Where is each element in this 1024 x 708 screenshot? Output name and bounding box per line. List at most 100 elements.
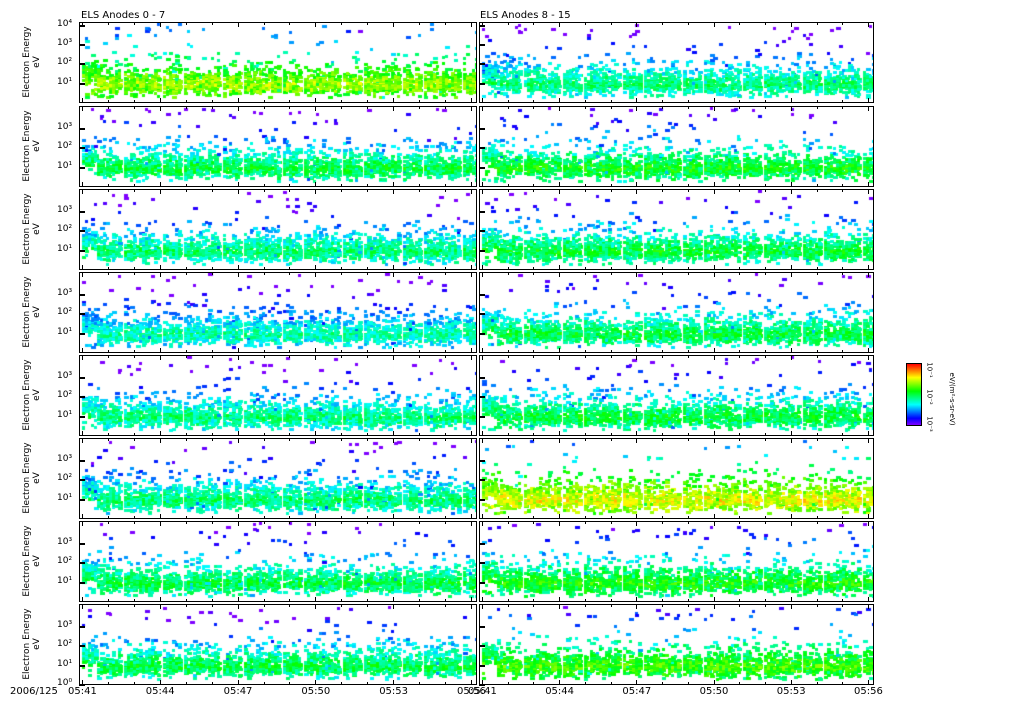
y-tick-mark	[79, 562, 85, 565]
x-tick-mark	[237, 348, 239, 353]
x-tick-mark	[445, 272, 447, 275]
x-tick-mark	[445, 604, 447, 607]
x-tick-mark	[82, 680, 83, 685]
x-tick-mark	[687, 100, 689, 103]
x-tick-mark	[687, 189, 689, 192]
y-tick-mark	[479, 460, 485, 463]
x-tick-mark	[584, 521, 586, 524]
y-tick-mark	[479, 313, 485, 316]
spectrogram-canvas	[480, 190, 873, 269]
x-tick-mark	[107, 433, 109, 436]
x-tick-mark	[211, 682, 213, 685]
x-tick-mark	[816, 521, 818, 524]
x-tick-mark	[687, 433, 689, 436]
x-tick-mark	[133, 267, 135, 270]
x-tick-mark	[533, 682, 535, 685]
x-tick-mark	[687, 184, 689, 187]
x-tick-mark	[211, 521, 213, 524]
spectrogram-canvas	[80, 273, 476, 352]
x-tick-mark	[584, 350, 586, 353]
x-tick-label: 05:44	[545, 686, 575, 697]
x-tick-mark	[419, 272, 421, 275]
x-tick-mark	[82, 604, 83, 609]
x-tick-mark	[790, 22, 792, 27]
y-tick-mark	[479, 377, 485, 380]
x-tick-mark	[471, 438, 472, 443]
x-tick-mark	[107, 355, 109, 358]
x-tick-mark	[816, 599, 818, 602]
x-tick-mark	[559, 431, 561, 436]
x-tick-mark	[263, 350, 265, 353]
y-tick-mark	[79, 415, 85, 418]
x-tick-mark	[868, 680, 869, 685]
x-tick-mark	[315, 680, 317, 685]
x-tick-mark	[482, 438, 483, 443]
x-tick-mark	[713, 355, 715, 360]
x-tick-label: 05:47	[622, 686, 652, 697]
x-tick-mark	[341, 267, 343, 270]
x-tick-mark	[237, 438, 239, 443]
x-tick-mark	[419, 516, 421, 519]
x-tick-mark	[185, 22, 187, 25]
x-tick-mark	[790, 265, 792, 270]
x-tick-mark	[610, 350, 612, 353]
x-tick-mark	[107, 438, 109, 441]
x-tick-mark	[419, 599, 421, 602]
x-tick-mark	[445, 599, 447, 602]
y-tick-label: 10³	[57, 620, 73, 631]
x-tick-mark	[790, 431, 792, 436]
x-tick-mark	[765, 355, 767, 358]
x-tick-mark	[765, 272, 767, 275]
spectrogram-figure: ELS Anodes 0 - 7 ELS Anodes 8 - 15 2006/…	[0, 0, 1024, 708]
x-tick-mark	[687, 272, 689, 275]
x-tick-mark	[315, 431, 317, 436]
x-tick-mark	[315, 265, 317, 270]
x-tick-mark	[868, 272, 869, 277]
x-tick-mark	[419, 433, 421, 436]
x-tick-mark	[393, 514, 395, 519]
x-tick-mark	[765, 516, 767, 519]
spectrogram-panel-anode-11	[479, 272, 874, 353]
date-label: 2006/125	[10, 686, 58, 697]
x-tick-mark	[82, 22, 83, 27]
x-tick-mark	[868, 348, 869, 353]
x-tick-mark	[662, 184, 664, 187]
x-tick-mark	[739, 682, 741, 685]
x-tick-mark	[636, 355, 638, 360]
spectrogram-canvas	[480, 439, 873, 518]
x-tick-mark	[289, 189, 291, 192]
x-tick-mark	[159, 431, 161, 436]
x-tick-label: 05:53	[379, 686, 409, 697]
x-tick-mark	[559, 182, 561, 187]
x-tick-mark	[341, 599, 343, 602]
x-tick-mark	[739, 433, 741, 436]
x-tick-mark	[816, 100, 818, 103]
y-tick-mark	[479, 128, 485, 131]
x-tick-mark	[289, 272, 291, 275]
x-tick-mark	[445, 350, 447, 353]
x-tick-mark	[237, 265, 239, 270]
x-tick-mark	[107, 189, 109, 192]
x-tick-mark	[82, 514, 83, 519]
y-tick-label: 10⁴	[57, 18, 73, 29]
x-tick-mark	[739, 350, 741, 353]
x-tick-mark	[393, 438, 395, 443]
x-tick-mark	[790, 438, 792, 443]
x-tick-mark	[662, 189, 664, 192]
y-tick-mark	[79, 313, 85, 316]
x-tick-mark	[237, 98, 239, 103]
x-tick-mark	[662, 682, 664, 685]
x-tick-mark	[445, 100, 447, 103]
x-tick-mark	[507, 599, 509, 602]
x-tick-mark	[237, 355, 239, 360]
x-tick-mark	[636, 597, 638, 602]
x-tick-mark	[482, 182, 483, 187]
x-tick-mark	[739, 189, 741, 192]
spectrogram-panel-anode-8	[479, 22, 874, 103]
x-tick-mark	[687, 22, 689, 25]
x-tick-mark	[185, 682, 187, 685]
x-tick-mark	[842, 438, 844, 441]
colorbar-tick-label: 10⁻²	[925, 389, 934, 405]
x-tick-mark	[367, 22, 369, 25]
x-tick-label: 05:50	[699, 686, 729, 697]
